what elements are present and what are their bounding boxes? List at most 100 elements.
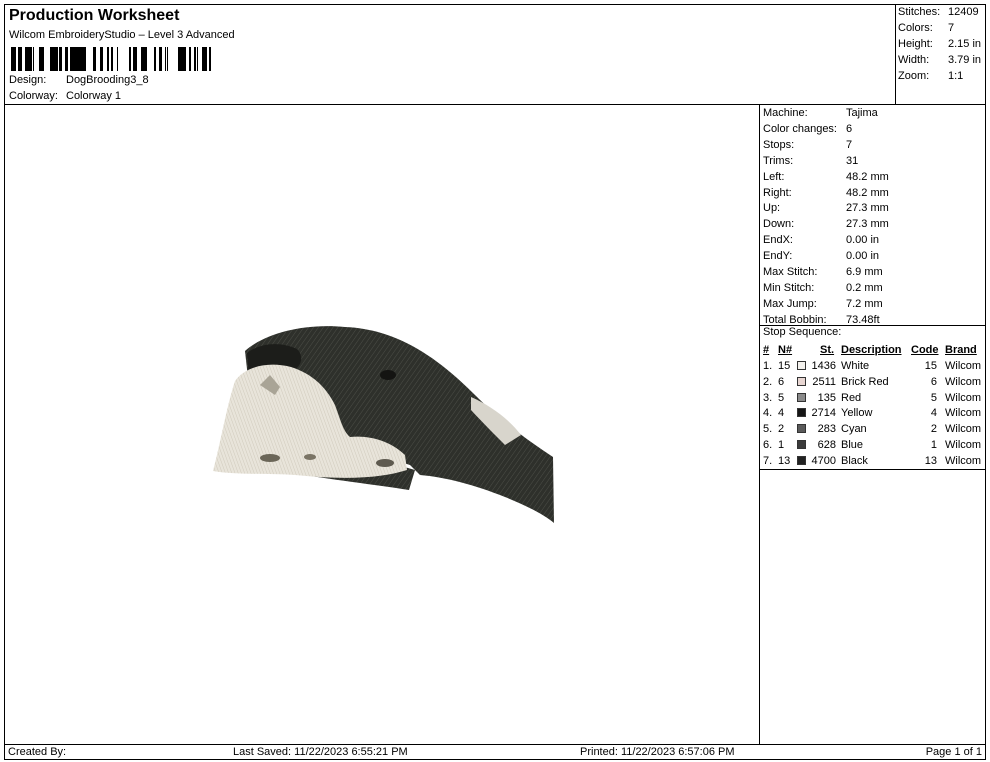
width-row: Width: 3.79 in bbox=[898, 54, 981, 66]
info-value: 7 bbox=[846, 138, 853, 151]
barcode-bar bbox=[100, 47, 103, 71]
stitches-row: Stitches: 12409 bbox=[898, 6, 979, 18]
col-num: # bbox=[763, 344, 770, 356]
stitch-count: 2511 bbox=[812, 375, 836, 388]
thread-brand: Wilcom bbox=[945, 391, 982, 404]
color-swatch bbox=[797, 361, 806, 370]
barcode-bar bbox=[78, 47, 79, 71]
needle-number: 5 bbox=[778, 391, 785, 404]
worksheet-title: Production Worksheet bbox=[9, 7, 180, 24]
col-brand: Brand bbox=[945, 344, 977, 356]
info-label: Down: bbox=[763, 218, 795, 231]
info-label: EndY: bbox=[763, 250, 793, 263]
colorway-value: Colorway 1 bbox=[66, 90, 122, 102]
design-label: Design: bbox=[9, 74, 47, 86]
info-label: Machine: bbox=[763, 107, 808, 119]
stitch-count: 2714 bbox=[811, 407, 836, 420]
barcode-bar bbox=[195, 47, 196, 71]
barcode-bar bbox=[197, 47, 198, 71]
color-code: 6 bbox=[930, 375, 937, 388]
needle-number: 13 bbox=[778, 454, 791, 467]
barcode-bar bbox=[202, 47, 204, 71]
col-st: St. bbox=[820, 344, 835, 356]
thread-brand: Wilcom bbox=[945, 360, 982, 372]
machine-info-row: Stops: 7 bbox=[763, 137, 852, 153]
needle-number: 6 bbox=[778, 375, 785, 388]
barcode-bar bbox=[79, 47, 82, 71]
machine-info-row: EndX: 0.00 in bbox=[763, 232, 879, 248]
barcode-bar bbox=[39, 47, 41, 71]
barcode-bar bbox=[194, 47, 195, 71]
barcode bbox=[11, 47, 211, 71]
zoom-row: Zoom: 1:1 bbox=[898, 70, 963, 82]
row-number: 5. bbox=[763, 423, 773, 436]
barcode-bar bbox=[133, 47, 134, 71]
machine-info-row: EndY: 0.00 in bbox=[763, 248, 879, 264]
color-code: 2 bbox=[930, 423, 937, 436]
barcode-bar bbox=[159, 47, 162, 71]
barcode-bar bbox=[75, 47, 78, 71]
color-swatch bbox=[797, 392, 806, 402]
barcode-bar bbox=[11, 47, 13, 71]
machine-info-row: Max Stitch: 6.9 mm bbox=[763, 264, 883, 280]
thread-brand: Wilcom bbox=[945, 375, 982, 388]
barcode-bar bbox=[59, 47, 62, 71]
thread-brand: Wilcom bbox=[945, 407, 982, 420]
info-value: Tajima bbox=[846, 107, 878, 119]
info-value: 7.2 mm bbox=[846, 297, 883, 310]
color-swatch bbox=[797, 376, 806, 386]
row-number: 1. bbox=[763, 360, 773, 372]
barcode-bar bbox=[180, 47, 181, 71]
machine-info-row: Min Stitch: 0.2 mm bbox=[763, 280, 883, 296]
barcode-bar bbox=[70, 47, 72, 71]
colorway-label: Colorway: bbox=[9, 90, 58, 102]
info-label: EndX: bbox=[763, 234, 793, 247]
barcode-bar bbox=[204, 47, 206, 71]
barcode-bar bbox=[141, 47, 144, 71]
stop-sequence-title: Stop Sequence: bbox=[763, 326, 842, 338]
barcode-bar bbox=[93, 47, 96, 71]
color-description: Black bbox=[841, 454, 868, 467]
barcode-bar bbox=[41, 47, 42, 71]
design-preview bbox=[4, 104, 760, 745]
barcode-bar bbox=[181, 47, 183, 71]
row-number: 6. bbox=[763, 439, 773, 451]
machine-info-panel: Machine: Tajima Color changes: 6 Stops: 7 Trim… bbox=[759, 104, 986, 745]
software-name: Wilcom EmbroideryStudio – Level 3 Advanc… bbox=[9, 29, 235, 41]
machine-info-row: Color changes: 6 bbox=[763, 121, 852, 137]
barcode-bar bbox=[165, 47, 166, 71]
stitches-value: 12409 bbox=[948, 6, 979, 18]
barcode-bar bbox=[82, 47, 84, 71]
color-description: Brick Red bbox=[841, 375, 889, 388]
barcode-bar bbox=[65, 47, 68, 71]
created-by: Created By: bbox=[8, 746, 67, 758]
divider bbox=[760, 469, 985, 470]
info-value: 27.3 mm bbox=[846, 218, 889, 231]
barcode-bar bbox=[52, 47, 55, 71]
barcode-bar bbox=[27, 47, 30, 71]
barcode-bar bbox=[18, 47, 21, 71]
color-code: 4 bbox=[930, 407, 937, 420]
stitch-count: 283 bbox=[817, 423, 836, 436]
printed-date: Printed: 11/22/2023 6:57:06 PM bbox=[580, 746, 735, 758]
barcode-bar bbox=[13, 47, 15, 71]
color-description: Yellow bbox=[841, 407, 873, 420]
design-value: DogBrooding3_8 bbox=[66, 74, 149, 86]
width-label: Width: bbox=[898, 54, 930, 66]
barcode-bar bbox=[189, 47, 190, 71]
color-code: 5 bbox=[930, 391, 937, 404]
barcode-bar bbox=[206, 47, 207, 71]
stitch-count: 1436 bbox=[811, 360, 836, 372]
barcode-bar bbox=[50, 47, 52, 71]
stop-sequence-row: 3. 5 135 Red 5 Wilcom bbox=[760, 390, 987, 406]
color-description: Cyan bbox=[841, 423, 867, 436]
info-label: Up: bbox=[763, 202, 781, 215]
stop-sequence-row: 5. 2 283 Cyan 2 Wilcom bbox=[760, 421, 987, 437]
zoom-value: 1:1 bbox=[948, 70, 964, 82]
height-row: Height: 2.15 in bbox=[898, 38, 981, 50]
thread-brand: Wilcom bbox=[945, 439, 982, 451]
color-swatch bbox=[797, 440, 806, 449]
color-code: 13 bbox=[924, 454, 937, 467]
info-label: Right: bbox=[763, 186, 792, 199]
barcode-bar bbox=[107, 47, 109, 71]
